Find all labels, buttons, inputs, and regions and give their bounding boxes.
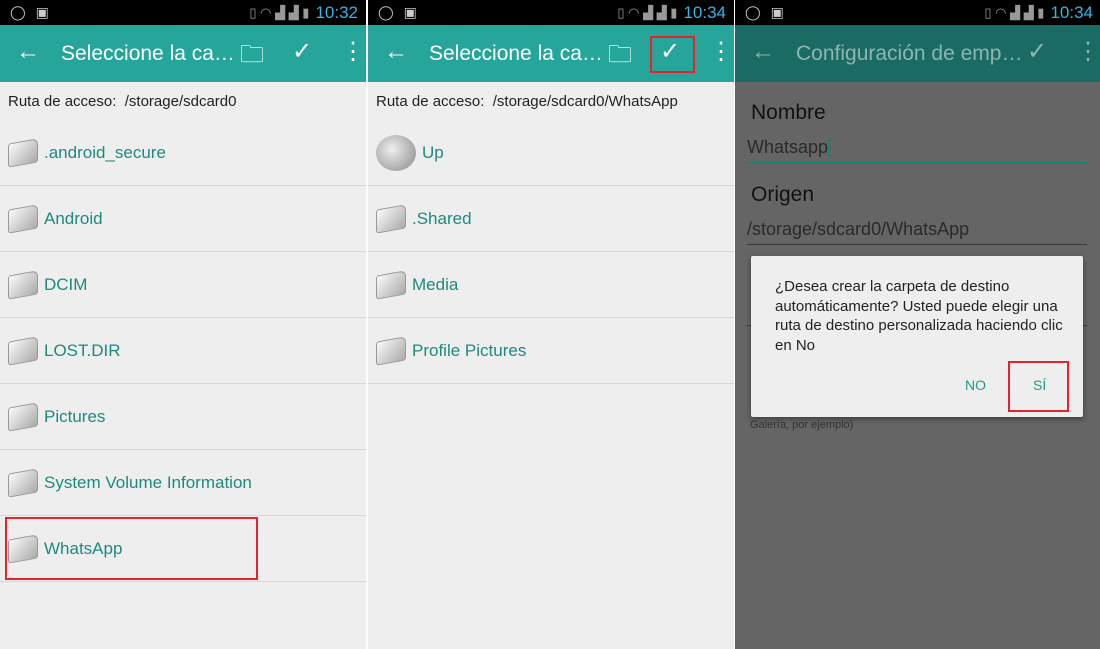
new-folder-icon[interactable]: 🗀 xyxy=(240,37,264,78)
highlight-box xyxy=(650,36,695,73)
toolbar: ← Seleccione la ca… 🗀 ✓ ⋮ xyxy=(0,25,366,82)
folder-name: LOST.DIR xyxy=(44,340,121,360)
folder-item[interactable]: System Volume Information xyxy=(0,450,366,516)
clock: 10:32 xyxy=(315,3,358,22)
folder-icon xyxy=(376,203,406,234)
folder-name: .Shared xyxy=(412,208,472,228)
folder-name: Profile Pictures xyxy=(412,340,527,360)
signal-icons: ▯ ◠ ▟ ▟ ▮ xyxy=(249,5,310,20)
folder-name: DCIM xyxy=(44,274,88,294)
folder-item[interactable]: .Shared xyxy=(368,186,734,252)
dialog-message: ¿Desea crear la carpeta de destino autom… xyxy=(775,278,1063,354)
folder-icon xyxy=(8,137,38,168)
folder-icon xyxy=(8,203,38,234)
signal-icons: ▯ ◠ ▟ ▟ ▮ xyxy=(617,5,678,20)
status-bar: ◯▣ ▯ ◠ ▟ ▟ ▮ 10:34 xyxy=(368,0,734,25)
origen-label: Origen xyxy=(751,183,815,206)
notification-icons: ◯▣ xyxy=(10,4,59,20)
overflow-menu-icon[interactable]: ⋮ xyxy=(341,37,365,66)
folder-icon xyxy=(376,269,406,300)
path-label: Ruta de acceso: xyxy=(8,93,117,110)
folder-icon xyxy=(8,335,38,366)
folder-name: Android xyxy=(44,208,103,228)
path-value: /storage/sdcard0/WhatsApp xyxy=(492,93,678,110)
toolbar-title: Configuración de emp… xyxy=(796,42,1023,65)
toolbar-title: Seleccione la ca… xyxy=(61,42,235,65)
origen-input[interactable]: /storage/sdcard0/WhatsApp xyxy=(747,219,1087,245)
folder-icon xyxy=(376,335,406,366)
path-row: Ruta de acceso: /storage/sdcard0 xyxy=(0,82,366,120)
check-icon[interactable]: ✓ xyxy=(1027,37,1047,66)
notification-icons: ◯▣ xyxy=(745,4,794,20)
folder-name: .android_secure xyxy=(44,142,166,162)
folder-icon xyxy=(8,401,38,432)
toolbar-title: Seleccione la ca… xyxy=(429,42,603,65)
folder-item[interactable]: Up xyxy=(368,120,734,186)
folder-name: Up xyxy=(422,142,444,162)
nombre-value: Whatsapp xyxy=(747,137,829,157)
folder-picker-root: ◯▣ ▯ ◠ ▟ ▟ ▮ 10:32 ← Seleccione la ca… 🗀 ✓… xyxy=(0,0,366,649)
path-label: Ruta de acceso: xyxy=(376,93,485,110)
toolbar: ← Configuración de emp… ✓ ⋮ xyxy=(735,25,1100,82)
folder-item[interactable]: Android xyxy=(0,186,366,252)
confirm-dialog: ¿Desea crear la carpeta de destino autom… xyxy=(751,256,1083,417)
folder-item[interactable]: LOST.DIR xyxy=(0,318,366,384)
path-value: /storage/sdcard0 xyxy=(124,93,237,110)
folder-name: Pictures xyxy=(44,406,106,426)
path-row: Ruta de acceso: /storage/sdcard0/WhatsAp… xyxy=(368,82,734,120)
config-screen: ◯▣ ▯ ◠ ▟ ▟ ▮ 10:34 ← Configuración de emp…… xyxy=(735,0,1100,649)
folder-icon xyxy=(8,269,38,300)
folder-item[interactable]: Media xyxy=(368,252,734,318)
folder-name: Media xyxy=(412,274,459,294)
highlight-box xyxy=(1008,361,1069,412)
back-arrow-icon[interactable]: ← xyxy=(16,38,40,66)
clock: 10:34 xyxy=(683,3,726,22)
notification-icons: ◯▣ xyxy=(378,4,427,20)
folder-item[interactable]: Pictures xyxy=(0,384,366,450)
overflow-menu-icon[interactable]: ⋮ xyxy=(1076,37,1100,66)
highlight-box xyxy=(5,517,258,580)
nombre-input[interactable]: Whatsapp xyxy=(747,137,1087,164)
nombre-label: Nombre xyxy=(751,101,826,124)
status-bar: ◯▣ ▯ ◠ ▟ ▟ ▮ 10:32 xyxy=(0,0,366,25)
folder-item[interactable]: .android_secure xyxy=(0,120,366,186)
folder-icon xyxy=(8,467,38,498)
status-bar: ◯▣ ▯ ◠ ▟ ▟ ▮ 10:34 xyxy=(735,0,1100,25)
overflow-menu-icon[interactable]: ⋮ xyxy=(709,37,733,66)
folder-picker-whatsapp: ◯▣ ▯ ◠ ▟ ▟ ▮ 10:34 ← Seleccione la ca… 🗀 ✓… xyxy=(368,0,734,649)
new-folder-icon[interactable]: 🗀 xyxy=(608,37,632,78)
clock: 10:34 xyxy=(1050,3,1093,22)
back-arrow-icon[interactable]: ← xyxy=(751,38,775,66)
no-button[interactable]: NO xyxy=(965,377,986,393)
check-icon[interactable]: ✓ xyxy=(292,37,312,66)
folder-item[interactable]: Profile Pictures xyxy=(368,318,734,384)
up-arrow-icon xyxy=(376,134,416,171)
folder-item[interactable]: DCIM xyxy=(0,252,366,318)
back-arrow-icon[interactable]: ← xyxy=(384,38,408,66)
folder-name: System Volume Information xyxy=(44,472,252,492)
hint-text: Galería, por ejemplo) xyxy=(750,419,854,431)
signal-icons: ▯ ◠ ▟ ▟ ▮ xyxy=(984,5,1045,20)
